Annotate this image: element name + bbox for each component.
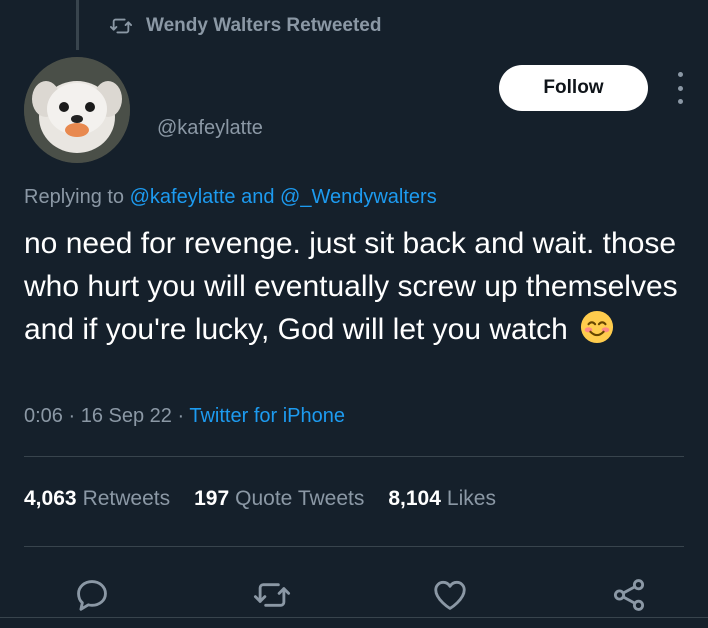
more-options-icon[interactable] (670, 72, 690, 104)
tweet-time: 0:06 (24, 405, 63, 427)
bottom-divider (0, 617, 708, 628)
like-button[interactable] (430, 575, 470, 615)
mention-link-wendywalters[interactable]: @_Wendywalters (280, 186, 437, 208)
smiling-face-emoji (581, 310, 614, 344)
tweet-source-link[interactable]: Twitter for iPhone (189, 405, 345, 427)
mention-link-kafeylatte[interactable]: @kafeylatte (130, 186, 236, 208)
divider (24, 456, 684, 457)
dog-avatar-image (24, 57, 130, 163)
retweet-context[interactable]: Wendy Walters Retweeted (110, 12, 381, 40)
reply-button[interactable] (72, 575, 112, 615)
meta-separator: · (68, 405, 76, 427)
share-icon (613, 579, 645, 611)
avatar[interactable] (24, 57, 130, 163)
reply-icon (77, 580, 107, 611)
divider (24, 546, 684, 547)
like-icon (434, 580, 466, 610)
tweet-meta: 0:06 · 16 Sep 22 · Twitter for iPhone (24, 405, 345, 428)
quote-tweets-stat[interactable]: 197 Quote Tweets (194, 487, 364, 511)
follow-button[interactable]: Follow (499, 65, 648, 111)
retweets-count: 4,063 (24, 487, 77, 510)
quote-tweets-count: 197 (194, 487, 230, 510)
likes-label: Likes (446, 487, 496, 510)
likes-stat[interactable]: 8,104 Likes (388, 487, 496, 511)
quote-tweets-label: Quote Tweets (235, 487, 365, 510)
retweet-context-label: Wendy Walters Retweeted (146, 15, 382, 36)
retweet-button[interactable] (252, 575, 292, 615)
tweet-date: 16 Sep 22 (80, 405, 172, 427)
meta-separator: · (177, 405, 185, 427)
reply-context: Replying to @kafeylatte and @_Wendywalte… (24, 186, 437, 209)
tweet-actions (0, 575, 708, 615)
tweet-stats: 4,063 Retweets 197 Quote Tweets 8,104 Likes (24, 487, 496, 511)
thread-line (76, 0, 79, 50)
likes-count: 8,104 (388, 487, 441, 510)
retweets-label: Retweets (82, 487, 171, 510)
retweet-icon (110, 18, 132, 34)
retweets-stat[interactable]: 4,063 Retweets (24, 487, 170, 511)
reply-context-prefix: Replying to (24, 186, 125, 208)
retweet-icon (253, 583, 291, 607)
tweet-text: no need for revenge. just sit back and w… (24, 222, 684, 351)
reply-context-conjunction: and (241, 186, 275, 208)
share-button[interactable] (609, 575, 649, 615)
author-handle[interactable]: @kafeylatte (157, 117, 263, 140)
